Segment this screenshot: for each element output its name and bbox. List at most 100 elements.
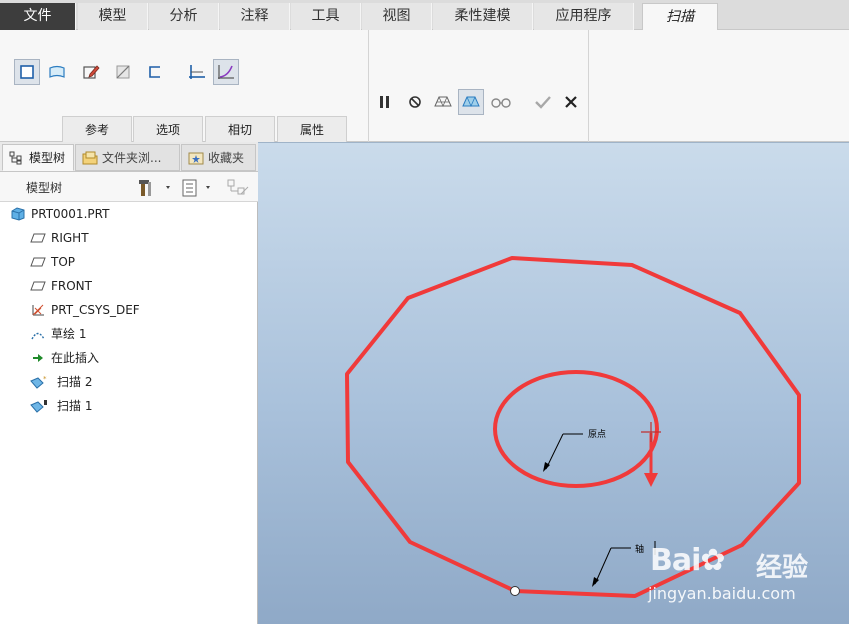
tree-item-label: RIGHT <box>51 231 89 245</box>
pencil-icon <box>83 65 100 79</box>
constant-section-button[interactable] <box>184 59 210 85</box>
tree-item-top[interactable]: TOP <box>0 250 258 274</box>
tab-flexible-modeling[interactable]: 柔性建模 <box>433 3 533 30</box>
sweep-icon <box>30 400 47 413</box>
model-tree: PRT0001.PRT RIGHT TOP FRONT PRT_CSYS_DEF… <box>0 202 258 418</box>
close-icon <box>565 96 577 108</box>
model-tree-title: 模型树 <box>26 181 63 195</box>
pause-button[interactable] <box>372 89 398 115</box>
datum-plane-icon <box>30 281 46 291</box>
sweep-ribbon: 参考 选项 相切 属性 <box>0 30 849 142</box>
remove-material-icon <box>116 65 130 79</box>
svg-text:*: * <box>43 375 47 383</box>
tab-view[interactable]: 视图 <box>362 3 432 30</box>
graphics-window[interactable]: 原点 轴 Bai✿ 经验 jingyan.baidu.com <box>258 142 849 624</box>
cancel-button[interactable] <box>558 89 584 115</box>
tree-item-label: 扫描 1 <box>57 399 93 413</box>
tree-settings-button[interactable] <box>138 178 174 198</box>
inner-trajectory-curve[interactable] <box>493 370 659 488</box>
datum-plane-icon <box>30 233 46 243</box>
tab-tools[interactable]: 工具 <box>291 3 361 30</box>
variable-section-icon <box>218 65 234 79</box>
constant-section-icon <box>189 65 205 79</box>
navigator-panel: 模型树 文件夹浏... 收藏夹 模型树 PRT0001.PRT RIGHT TO… <box>0 142 258 624</box>
subtab-tangency[interactable]: 相切 <box>205 116 275 142</box>
tree-show-button[interactable] <box>180 178 216 198</box>
tab-applications[interactable]: 应用程序 <box>534 3 634 30</box>
no-preview-icon <box>409 96 421 108</box>
watermark-url: jingyan.baidu.com <box>648 584 796 603</box>
tree-item-sketch[interactable]: 草绘 1 <box>0 322 258 346</box>
tree-item-csys[interactable]: PRT_CSYS_DEF <box>0 298 258 322</box>
tab-folder-browser-label: 文件夹浏... <box>102 151 162 165</box>
solid-sweep-button[interactable] <box>14 59 40 85</box>
start-point-handle[interactable] <box>510 586 520 596</box>
watermark-brand-cn: 经验 <box>756 553 809 583</box>
tree-item-label: FRONT <box>51 279 92 293</box>
tab-folder-browser[interactable]: 文件夹浏... <box>75 144 180 171</box>
preview-mesh-icon <box>434 96 452 107</box>
tree-item-right[interactable]: RIGHT <box>0 226 258 250</box>
surface-sweep-button[interactable] <box>44 59 70 85</box>
tree-item-part[interactable]: PRT0001.PRT <box>0 202 258 226</box>
filter-tree-icon <box>227 179 249 195</box>
sweep-icon: * <box>30 375 47 389</box>
origin-leader-slant <box>545 433 564 470</box>
hammer-wrench-icon <box>139 180 170 196</box>
folder-icon <box>82 151 98 165</box>
part-icon <box>11 207 25 221</box>
list-view-icon <box>182 179 210 197</box>
tree-item-sweep-1[interactable]: 扫描 1 <box>0 394 258 418</box>
outer-trajectory-curve[interactable] <box>345 256 801 598</box>
tree-item-label: PRT0001.PRT <box>31 207 110 221</box>
tab-analysis[interactable]: 分析 <box>149 3 219 30</box>
verify-preview-button[interactable] <box>458 89 484 115</box>
model-tree-toolbar: 模型树 <box>0 172 258 202</box>
tab-annotate[interactable]: 注释 <box>220 3 290 30</box>
tab-favorites[interactable]: 收藏夹 <box>181 144 256 171</box>
preview-button[interactable] <box>430 89 456 115</box>
remove-material-button[interactable] <box>110 59 136 85</box>
tree-item-label: 在此插入 <box>51 351 100 365</box>
insert-here-arrow-icon <box>33 354 43 362</box>
tab-model-tree[interactable]: 模型树 <box>2 144 74 171</box>
tree-item-label: TOP <box>51 255 76 269</box>
sketch-icon <box>31 332 45 340</box>
axis-label: 轴 <box>635 545 645 555</box>
check-icon <box>535 96 551 109</box>
favorites-icon <box>188 152 204 165</box>
sketch-section-button[interactable] <box>78 59 104 85</box>
subtab-references[interactable]: 参考 <box>62 116 132 142</box>
verify-preview-icon <box>462 96 480 107</box>
thicken-icon <box>149 66 160 78</box>
tab-sweep[interactable]: 扫描 <box>642 3 718 31</box>
tab-file[interactable]: 文件 <box>0 3 76 30</box>
ok-button[interactable] <box>530 89 556 115</box>
glasses-icon <box>491 98 511 108</box>
tree-item-insert-here[interactable]: 在此插入 <box>0 346 258 370</box>
tree-item-label: PRT_CSYS_DEF <box>51 303 140 317</box>
datum-plane-icon <box>30 257 46 267</box>
no-preview-button[interactable] <box>402 89 428 115</box>
solid-icon <box>20 65 34 79</box>
glasses-preview-button[interactable] <box>488 89 514 115</box>
thicken-button[interactable] <box>142 59 168 85</box>
tree-item-front[interactable]: FRONT <box>0 274 258 298</box>
navigator-tabs: 模型树 文件夹浏... 收藏夹 <box>0 142 258 172</box>
watermark-brand-text: Bai <box>650 543 701 578</box>
tree-item-label: 草绘 1 <box>51 327 87 341</box>
tree-filter-button[interactable] <box>226 178 250 198</box>
variable-section-button[interactable] <box>213 59 239 85</box>
csys-icon <box>32 304 44 316</box>
tab-model[interactable]: 模型 <box>78 3 148 30</box>
axis-leader-slant <box>594 547 612 585</box>
subtab-options[interactable]: 选项 <box>133 116 203 142</box>
pause-icon <box>380 96 389 108</box>
menu-bar: 文件 模型 分析 注释 工具 视图 柔性建模 应用程序 扫描 <box>0 0 849 31</box>
tab-favorites-label: 收藏夹 <box>208 151 245 165</box>
origin-label: 原点 <box>588 430 607 440</box>
paw-icon: ✿ <box>700 543 725 578</box>
subtab-properties[interactable]: 属性 <box>277 116 347 142</box>
watermark-brand: Bai✿ <box>650 543 726 578</box>
tree-item-sweep-2[interactable]: * 扫描 2 <box>0 370 258 394</box>
